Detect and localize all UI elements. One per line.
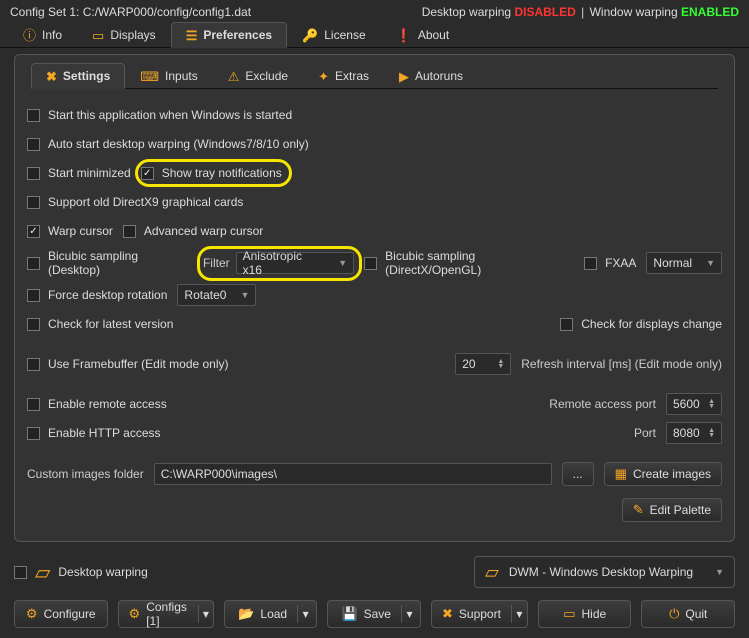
- images-folder-input[interactable]: C:\WARP000\images\: [154, 463, 552, 485]
- config-set-label: Config Set 1:: [10, 5, 79, 19]
- browse-button[interactable]: ...: [562, 462, 594, 486]
- desktop-warping-toggle[interactable]: ▱ Desktop warping: [14, 560, 148, 585]
- settings-icon: ✖: [46, 70, 57, 83]
- fxaa-checkbox[interactable]: FXAA: [584, 256, 636, 270]
- preferences-icon: ☰: [186, 29, 198, 42]
- check-latest-checkbox[interactable]: Check for latest version: [27, 317, 173, 331]
- support-icon: ✖: [442, 606, 453, 622]
- http-port-label: Port: [634, 426, 656, 440]
- info-icon: ⓘ: [23, 29, 36, 42]
- use-framebuffer-checkbox[interactable]: Use Framebuffer (Edit mode only): [27, 357, 229, 371]
- power-icon: ⏻: [669, 606, 679, 622]
- chevron-down-icon[interactable]: ▾: [198, 605, 213, 623]
- subtab-autoruns[interactable]: ▶Autoruns: [384, 63, 478, 88]
- displays-icon: ▭: [92, 29, 104, 42]
- remote-port-input[interactable]: 5600▲▼: [666, 393, 722, 415]
- edit-palette-button[interactable]: ✎Edit Palette: [622, 498, 722, 522]
- fxaa-mode-select[interactable]: Normal▼: [646, 252, 722, 274]
- force-rotation-checkbox[interactable]: Force desktop rotation: [27, 288, 167, 302]
- chevron-down-icon[interactable]: ▾: [511, 605, 527, 623]
- chevron-down-icon[interactable]: ▾: [297, 605, 313, 623]
- exclude-icon: ⚠: [228, 70, 240, 83]
- advanced-warp-cursor-checkbox[interactable]: Advanced warp cursor: [123, 224, 263, 238]
- subtab-extras[interactable]: ✦Extras: [303, 63, 384, 88]
- warp-icon: ▱: [35, 560, 50, 585]
- configure-button[interactable]: ⚙Configure: [14, 600, 108, 628]
- filter-label: Filter: [203, 256, 230, 270]
- folder-open-icon: 📂: [238, 606, 254, 622]
- tab-displays[interactable]: ▭Displays: [77, 22, 171, 47]
- load-button[interactable]: 📂Load▾: [224, 600, 318, 628]
- hide-button[interactable]: ▭Hide: [538, 600, 632, 628]
- chevron-down-icon: ▼: [706, 258, 715, 268]
- autoruns-icon: ▶: [399, 70, 409, 83]
- hide-icon: ▭: [563, 606, 575, 622]
- extras-icon: ✦: [318, 70, 329, 83]
- show-tray-checkbox[interactable]: Show tray notifications: [141, 166, 282, 180]
- bicubic-desktop-checkbox[interactable]: Bicubic sampling (Desktop): [27, 249, 193, 277]
- subtab-exclude[interactable]: ⚠Exclude: [213, 63, 303, 88]
- tab-info[interactable]: ⓘInfo: [8, 22, 77, 47]
- start-minimized-checkbox[interactable]: Start minimized: [27, 166, 131, 180]
- about-icon: ❗: [396, 29, 412, 42]
- http-port-input[interactable]: 8080▲▼: [666, 422, 722, 444]
- remote-port-label: Remote access port: [549, 397, 656, 411]
- enable-remote-checkbox[interactable]: Enable remote access: [27, 397, 167, 411]
- window-warping-state: ENABLED: [681, 5, 739, 19]
- rotation-select[interactable]: Rotate0▼: [177, 284, 256, 306]
- subtab-settings[interactable]: ✖Settings: [31, 63, 125, 89]
- images-folder-label: Custom images folder: [27, 467, 144, 481]
- tab-preferences[interactable]: ☰Preferences: [171, 22, 287, 48]
- warp-cursor-checkbox[interactable]: Warp cursor: [27, 224, 113, 238]
- refresh-interval-input[interactable]: 20▲▼: [455, 353, 511, 375]
- create-images-button[interactable]: ▦Create images: [604, 462, 722, 486]
- chevron-down-icon: ▼: [338, 258, 347, 268]
- subtab-inputs[interactable]: ⌨Inputs: [125, 63, 212, 88]
- warp-mode-select[interactable]: ▱ DWM - Windows Desktop Warping ▼: [474, 556, 735, 588]
- images-icon: ▦: [615, 466, 627, 482]
- desktop-warping-state: DISABLED: [514, 5, 575, 19]
- inputs-icon: ⌨: [140, 70, 159, 83]
- tab-about[interactable]: ❗About: [381, 22, 465, 47]
- configs-button[interactable]: ⚙Configs [1]▾: [118, 600, 214, 628]
- gears-icon: ⚙: [129, 606, 141, 622]
- enable-http-checkbox[interactable]: Enable HTTP access: [27, 426, 161, 440]
- tab-license[interactable]: 🔑License: [287, 22, 381, 47]
- check-displays-checkbox[interactable]: Check for displays change: [560, 317, 722, 331]
- support-button[interactable]: ✖Support▾: [431, 600, 528, 628]
- auto-start-desktop-checkbox[interactable]: Auto start desktop warping (Windows7/8/1…: [27, 137, 309, 151]
- support-dx9-checkbox[interactable]: Support old DirectX9 graphical cards: [27, 195, 243, 209]
- config-path: C:/WARP000/config/config1.dat: [83, 5, 251, 19]
- warping-status: Desktop warping DISABLED | Window warpin…: [422, 5, 739, 19]
- license-icon: 🔑: [302, 29, 318, 42]
- refresh-interval-label: Refresh interval [ms] (Edit mode only): [521, 357, 722, 371]
- filter-select[interactable]: Anisotropic x16▼: [236, 252, 355, 274]
- save-icon: 💾: [341, 606, 357, 622]
- bicubic-dx-checkbox[interactable]: Bicubic sampling (DirectX/OpenGL): [364, 249, 574, 277]
- palette-icon: ✎: [633, 502, 644, 518]
- gear-icon: ⚙: [26, 606, 38, 622]
- quit-button[interactable]: ⏻Quit: [641, 600, 735, 628]
- chevron-down-icon: ▼: [703, 567, 724, 577]
- warp-icon: ▱: [485, 562, 499, 583]
- save-button[interactable]: 💾Save▾: [327, 600, 421, 628]
- start-with-windows-checkbox[interactable]: Start this application when Windows is s…: [27, 108, 292, 122]
- chevron-down-icon[interactable]: ▾: [401, 605, 417, 623]
- chevron-down-icon: ▼: [240, 290, 249, 300]
